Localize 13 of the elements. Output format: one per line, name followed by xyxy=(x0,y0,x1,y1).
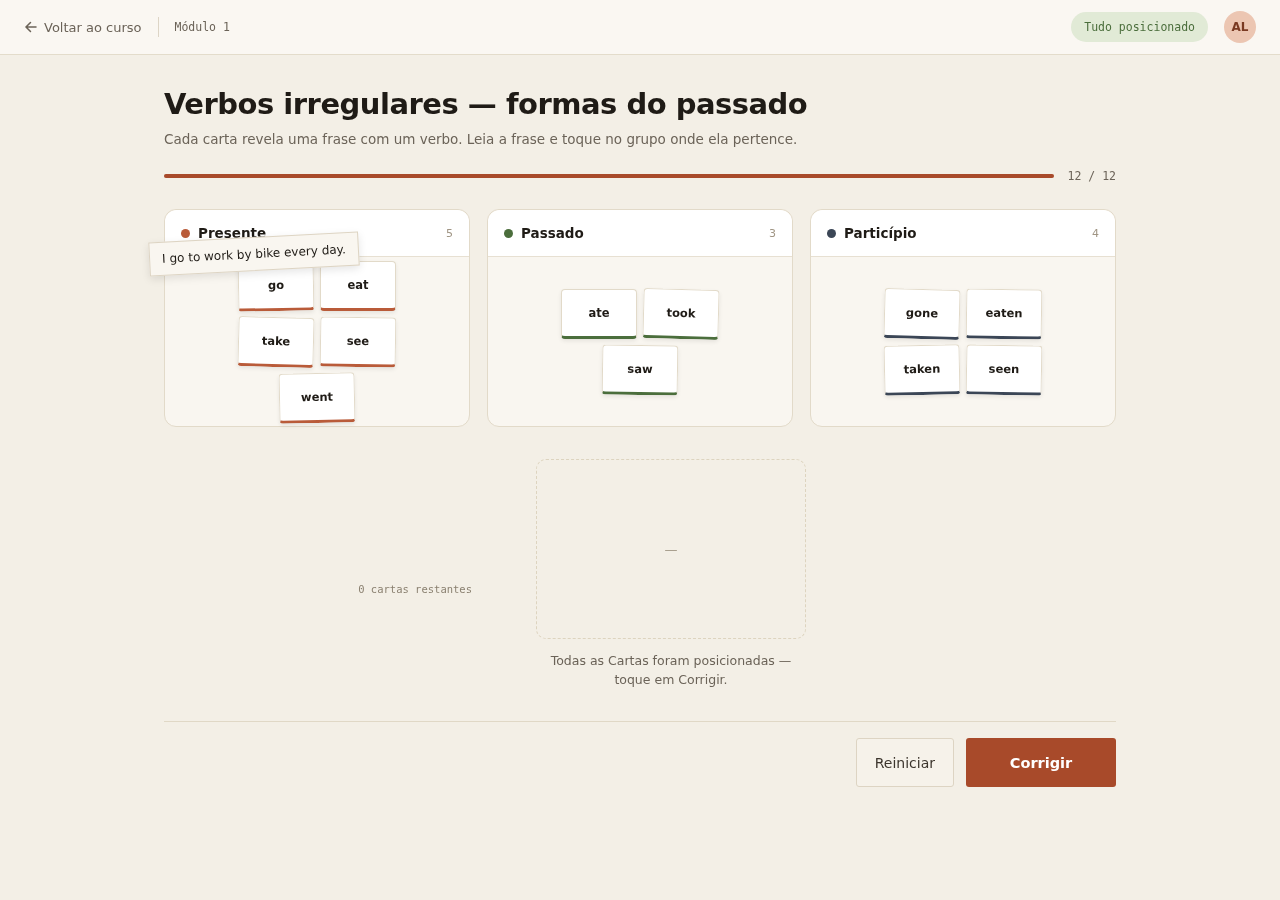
group-name: Passado xyxy=(521,225,585,241)
group-name: Particípio xyxy=(844,225,918,241)
page-title: Verbos irregulares — formas do passado xyxy=(164,87,809,121)
group-count: 4 xyxy=(1092,226,1099,240)
remaining-count: 0 cartas restantes xyxy=(357,582,473,597)
page-subtitle: Cada carta revela uma frase com um verbo. Leia a frase e toque no grupo onde ela pertence. xyxy=(164,131,799,147)
group-count: 5 xyxy=(446,226,453,240)
card-slot: — xyxy=(536,459,806,639)
module-label: Módulo 1 xyxy=(174,20,230,34)
progress-count: 12 / 12 xyxy=(1067,169,1116,183)
group-count: 3 xyxy=(769,226,776,240)
status-badge: Tudo posicionado xyxy=(1071,12,1208,42)
deck-caption: Todas as Cartas foram posicionadas — toque em Corrigir. xyxy=(549,652,793,690)
